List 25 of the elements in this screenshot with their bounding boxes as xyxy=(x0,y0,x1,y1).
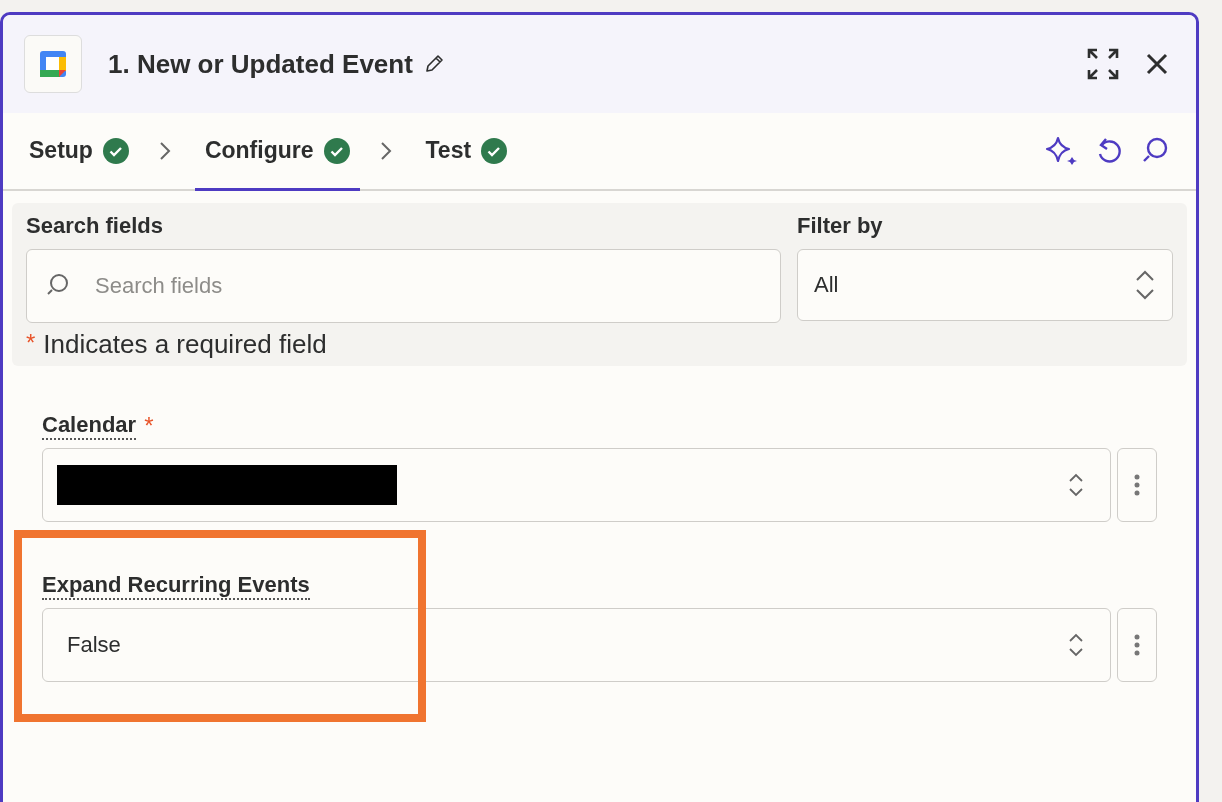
filter-select[interactable]: All xyxy=(797,249,1173,321)
window-title: 1. New or Updated Event xyxy=(108,48,413,80)
step-tab[interactable]: Setup xyxy=(19,113,139,191)
search-label: Search fields xyxy=(26,213,164,239)
dropdown-field[interactable]: False xyxy=(42,608,1111,682)
vertical-dots-icon xyxy=(1134,633,1140,657)
step-tab[interactable]: Configure xyxy=(194,113,360,191)
calendar-app-icon xyxy=(24,35,82,93)
required-mark: * xyxy=(144,412,154,440)
chevron-right-icon xyxy=(158,141,171,161)
up-down-chevron-icon xyxy=(1068,632,1084,658)
up-down-chevron-icon xyxy=(1068,472,1084,498)
chevron-right-icon xyxy=(379,141,392,161)
vertical-dots-icon xyxy=(1134,473,1140,497)
filter-label: Filter by xyxy=(797,213,884,239)
up-down-chevron-icon xyxy=(1134,268,1156,302)
required-note: Indicates a required field xyxy=(43,329,327,360)
field-label: Expand Recurring Events xyxy=(42,572,310,600)
close-icon[interactable] xyxy=(1145,52,1169,76)
step-tab[interactable]: Test xyxy=(415,113,518,191)
expand-icon[interactable] xyxy=(1087,48,1119,80)
required-mark: * xyxy=(26,329,36,358)
dropdown-field[interactable] xyxy=(42,448,1111,522)
search-field[interactable]: Search fields xyxy=(26,249,781,323)
field-label: Calendar xyxy=(42,412,137,440)
